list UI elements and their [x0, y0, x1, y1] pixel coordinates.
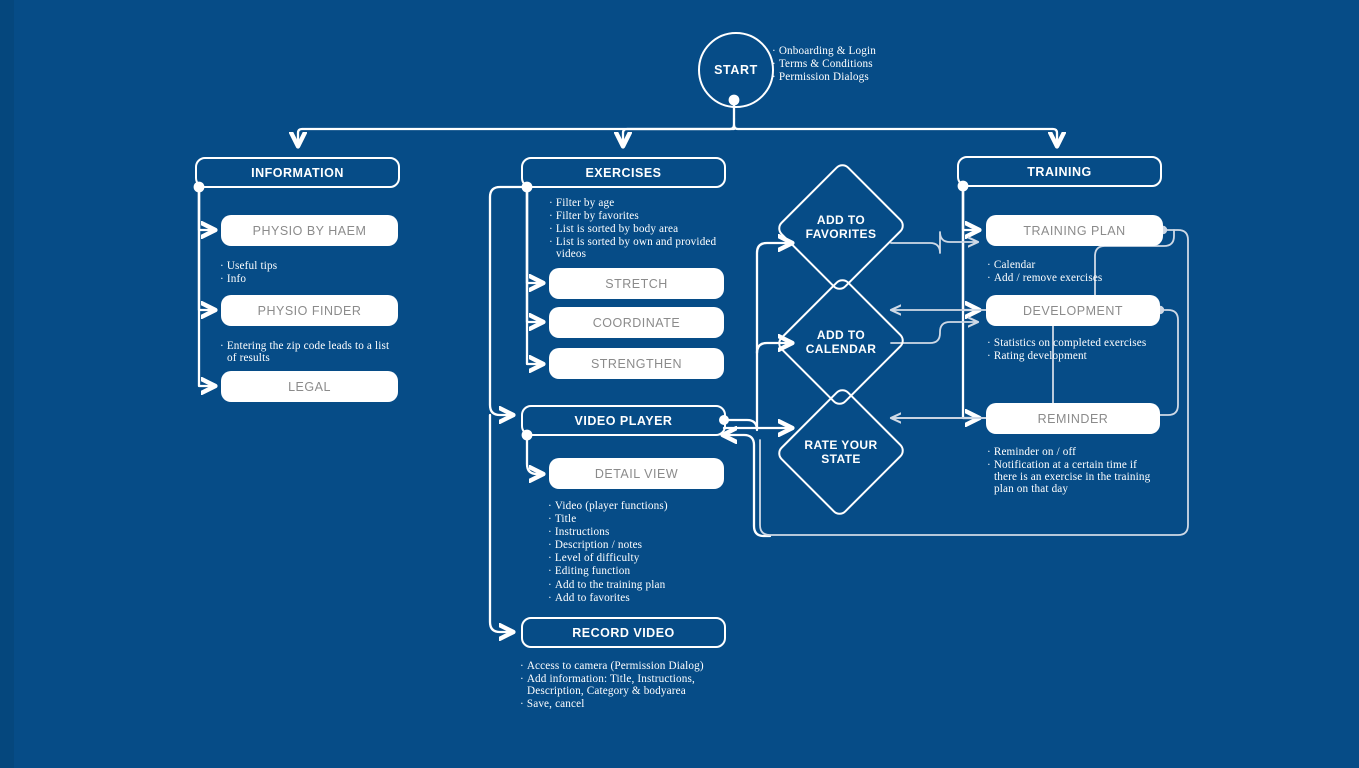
note-item: Save, cancel — [520, 698, 735, 710]
note-item: Add to the training plan — [548, 579, 753, 591]
note-item: Info — [220, 273, 400, 285]
node-reminder[interactable]: REMINDER — [986, 403, 1160, 434]
node-detail-view[interactable]: DETAIL VIEW — [549, 458, 724, 489]
exercises-notes: Filter by age Filter by favorites List i… — [549, 197, 754, 261]
node-label: DETAIL VIEW — [594, 466, 679, 481]
development-notes: Statistics on completed exercises Rating… — [987, 337, 1187, 363]
node-video-player[interactable]: VIDEO PLAYER — [521, 405, 726, 436]
node-label: ADD TO FAVORITES — [805, 212, 877, 241]
record-video-notes: Access to camera (Permission Dialog) Add… — [520, 660, 735, 711]
node-label: LEGAL — [288, 379, 331, 394]
node-label: TRAINING PLAN — [1023, 223, 1126, 238]
node-rate-your-state[interactable]: RATE YOUR STATE — [774, 385, 908, 519]
note-item: Reminder on / off — [987, 446, 1187, 458]
reminder-notes: Reminder on / off Notification at a cert… — [987, 446, 1187, 496]
node-label: STRETCH — [605, 276, 668, 291]
node-label: ADD TO CALENDAR — [805, 327, 877, 356]
training-plan-notes: Calendar Add / remove exercises — [987, 259, 1177, 285]
left-edge-strip — [0, 0, 14, 768]
flowchart-canvas: START Onboarding & Login Terms & Conditi… — [0, 0, 1359, 768]
note-item: Rating development — [987, 350, 1187, 362]
note-item: Level of difficulty — [548, 552, 753, 564]
connector-lines — [193, 94, 1189, 768]
node-physio-by-haem[interactable]: PHYSIO BY HAEM — [221, 215, 398, 246]
node-exercises-header[interactable]: EXERCISES — [521, 157, 726, 188]
start-notes: Onboarding & Login Terms & Conditions Pe… — [772, 45, 947, 84]
node-add-to-favorites[interactable]: ADD TO FAVORITES — [774, 160, 908, 294]
node-add-to-calendar[interactable]: ADD TO CALENDAR — [774, 275, 908, 409]
node-start-label: START — [714, 63, 758, 77]
note-item: Calendar — [987, 259, 1177, 271]
node-training-plan[interactable]: TRAINING PLAN — [986, 215, 1163, 246]
physio-finder-notes: Entering the zip code leads to a list of… — [220, 340, 410, 365]
node-record-video[interactable]: RECORD VIDEO — [521, 617, 726, 648]
node-label: INFORMATION — [251, 165, 344, 180]
node-label: PHYSIO BY HAEM — [252, 223, 367, 238]
node-legal[interactable]: LEGAL — [221, 371, 398, 402]
note-item: Description / notes — [548, 539, 753, 551]
node-label: TRAINING — [1027, 164, 1092, 179]
node-label: REMINDER — [1037, 411, 1109, 426]
note-item: Terms & Conditions — [772, 58, 947, 70]
note-item: List is sorted by own and provided video… — [549, 236, 754, 260]
note-item: Entering the zip code leads to a list of… — [220, 340, 410, 364]
note-item: Statistics on completed exercises — [987, 337, 1187, 349]
node-development[interactable]: DEVELOPMENT — [986, 295, 1160, 326]
note-item: Add / remove exercises — [987, 272, 1177, 284]
note-item: Title — [548, 513, 753, 525]
node-information-header[interactable]: INFORMATION — [195, 157, 400, 188]
note-item: Permission Dialogs — [772, 71, 947, 83]
node-label: EXERCISES — [585, 165, 662, 180]
node-stretch[interactable]: STRETCH — [549, 268, 724, 299]
note-item: Access to camera (Permission Dialog) — [520, 660, 735, 672]
note-item: Instructions — [548, 526, 753, 538]
node-strengthen[interactable]: STRENGTHEN — [549, 348, 724, 379]
node-label: VIDEO PLAYER — [574, 413, 673, 428]
note-item: Video (player functions) — [548, 500, 753, 512]
node-label: PHYSIO FINDER — [257, 303, 362, 318]
note-item: Add information: Title, Instructions, De… — [520, 673, 735, 697]
note-item: Onboarding & Login — [772, 45, 947, 57]
node-training-header[interactable]: TRAINING — [957, 156, 1162, 187]
note-item: Editing function — [548, 565, 753, 577]
note-item: Filter by favorites — [549, 210, 754, 222]
node-start[interactable]: START — [698, 32, 774, 108]
detail-view-notes: Video (player functions) Title Instructi… — [548, 500, 753, 605]
node-label: DEVELOPMENT — [1023, 303, 1123, 318]
node-coordinate[interactable]: COORDINATE — [549, 307, 724, 338]
node-label: RATE YOUR STATE — [804, 437, 878, 466]
note-item: Filter by age — [549, 197, 754, 209]
node-physio-finder[interactable]: PHYSIO FINDER — [221, 295, 398, 326]
node-label: STRENGTHEN — [590, 356, 683, 371]
note-item: List is sorted by body area — [549, 223, 754, 235]
node-label: COORDINATE — [592, 315, 681, 330]
node-label: RECORD VIDEO — [572, 625, 675, 640]
note-item: Add to favorites — [548, 592, 753, 604]
physio-by-haem-notes: Useful tips Info — [220, 260, 400, 286]
note-item: Useful tips — [220, 260, 400, 272]
note-item: Notification at a certain time if there … — [987, 459, 1187, 495]
